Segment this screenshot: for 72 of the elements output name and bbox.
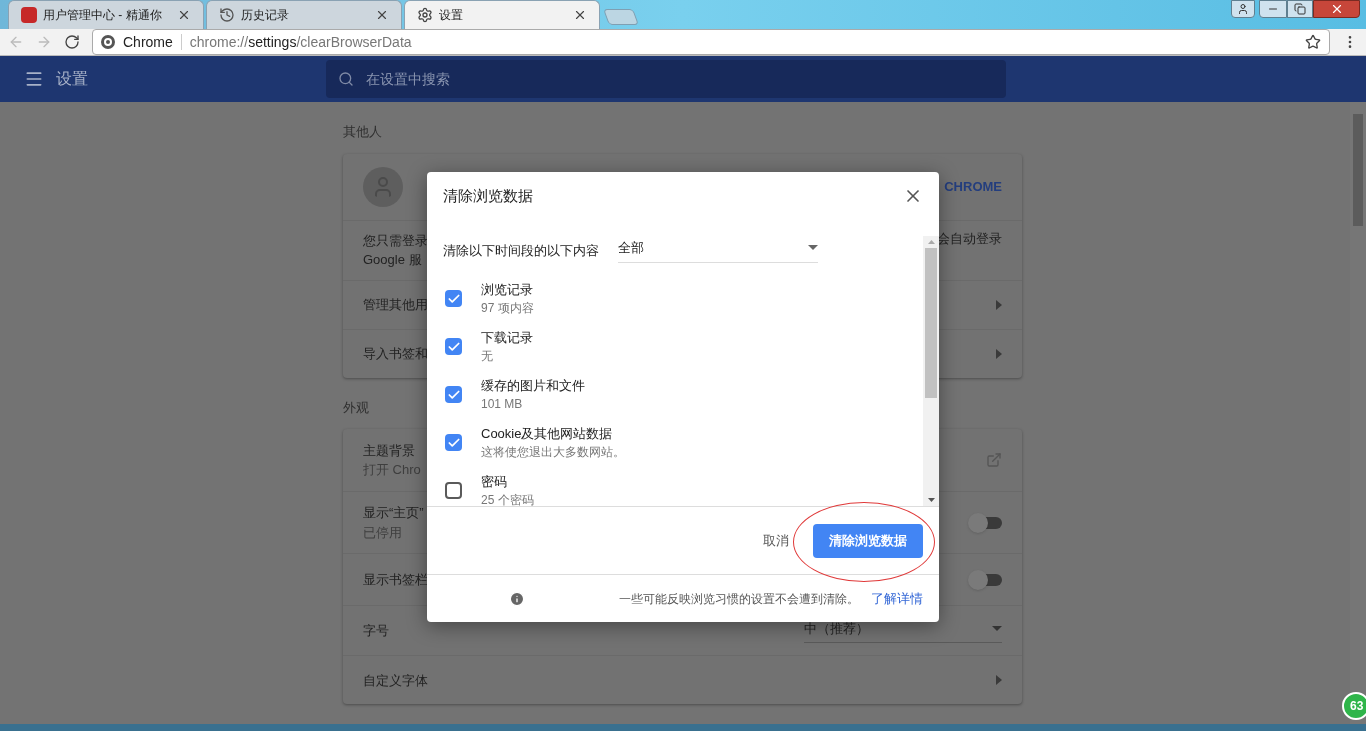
browser-tab[interactable]: 历史记录 (206, 0, 402, 29)
item-detail: 无 (481, 348, 494, 366)
person-icon (1237, 3, 1249, 15)
restore-button[interactable] (1287, 0, 1313, 18)
section-title: 其他人 (343, 123, 382, 142)
site-icon (21, 7, 37, 23)
tab-title: 历史记录 (241, 7, 289, 24)
url-text: chrome://settings/clearBrowserData (189, 32, 413, 52)
tab-title: 设置 (439, 7, 463, 24)
close-tab-icon[interactable] (573, 8, 587, 22)
row-sublabel: Google 服 (363, 251, 422, 270)
footer-note: 一些可能反映浏览习惯的设置不会遭到清除。 (619, 590, 859, 608)
caret-icon (996, 348, 1002, 359)
row-label: 自定义字体 (363, 671, 428, 690)
item-label: Cookie及其他网站数据 (481, 424, 614, 443)
caret-icon (996, 299, 1002, 310)
row-label: 字号 (363, 622, 389, 641)
row-label: 主题背景 (363, 441, 415, 460)
close-tab-icon[interactable] (375, 8, 389, 22)
restore-icon (1294, 3, 1306, 15)
item-label: 缓存的图片和文件 (481, 376, 585, 395)
item-detail: 101 MB (481, 396, 524, 414)
dropdown-arrow-icon (992, 625, 1002, 631)
item-detail: 25 个密码 (481, 492, 534, 506)
close-tab-icon[interactable] (177, 8, 191, 22)
checkbox[interactable] (445, 338, 462, 355)
search-field[interactable]: 在设置中搜索 (326, 60, 1006, 99)
row-label: 您只需登录 (363, 231, 428, 250)
history-icon (219, 7, 235, 23)
tab-title: 用户管理中心 - 精通你 (43, 7, 162, 24)
checkbox[interactable] (445, 290, 462, 307)
search-icon (338, 71, 354, 88)
row-label: 显示“主页” (363, 504, 424, 523)
profile-button[interactable] (1231, 0, 1255, 18)
dropdown-arrow-icon (808, 245, 818, 251)
row-label: 管理其他用 (363, 296, 428, 315)
site-name: Chrome (123, 32, 173, 52)
checkbox[interactable] (445, 386, 462, 403)
caret-icon (996, 675, 1002, 686)
item-label: 浏览记录 (481, 280, 534, 299)
cancel-button[interactable]: 取消 (763, 530, 789, 551)
item-detail: 这将使您退出大多数网站。 (481, 444, 625, 462)
new-tab-button[interactable] (603, 9, 639, 25)
item-detail: 97 项内容 (481, 300, 534, 318)
clear-data-button[interactable]: 清除浏览数据 (813, 523, 923, 558)
scroll-up-icon[interactable] (927, 240, 935, 244)
item-label: 密码 (481, 472, 508, 491)
info-icon (509, 590, 525, 607)
reload-icon[interactable] (64, 34, 80, 51)
status-badge: 63 (1342, 692, 1366, 721)
checkbox[interactable] (445, 482, 462, 499)
item-label: 下载记录 (481, 328, 533, 347)
section-title: 外观 (343, 398, 369, 417)
row-label: 显示书签栏 (363, 571, 428, 590)
scrollbar[interactable] (923, 236, 939, 506)
page-title: 设置 (56, 69, 89, 90)
scroll-down-icon[interactable] (927, 498, 935, 502)
dialog-title: 清除浏览数据 (443, 185, 534, 206)
avatar-icon (363, 166, 403, 207)
row-label: 导入书签和 (363, 345, 428, 364)
time-range-label: 清除以下时间段的以下内容 (443, 241, 600, 260)
address-bar[interactable]: Chrome chrome://settings/clearBrowserData (92, 29, 1330, 56)
browser-tab[interactable]: 设置 (404, 0, 600, 29)
close-window-button[interactable] (1313, 0, 1360, 18)
chrome-icon (101, 35, 115, 50)
checkbox[interactable] (445, 434, 462, 451)
learn-more-link[interactable]: 了解详情 (871, 588, 923, 609)
settings-icon (417, 7, 433, 23)
browser-tab[interactable]: 用户管理中心 - 精通你 (8, 0, 204, 29)
minimize-button[interactable] (1259, 0, 1287, 18)
time-range-select[interactable]: 全部 (618, 238, 818, 263)
bookmark-star-icon[interactable] (1305, 34, 1321, 51)
